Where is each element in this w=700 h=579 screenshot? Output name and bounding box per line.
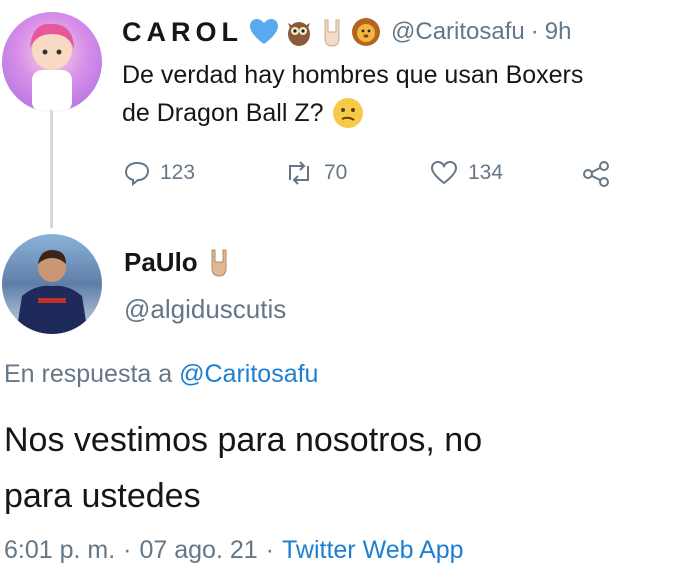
heart-icon	[430, 160, 458, 185]
rock-hand-icon	[211, 249, 227, 277]
share-icon	[583, 161, 609, 187]
reply-meta: 6:01 p. m. · 07 ago. 21 · Twitter Web Ap…	[4, 536, 464, 565]
reply-prefix: En respuesta a	[4, 360, 173, 388]
owl-icon	[288, 22, 310, 46]
rock-hand-icon	[324, 19, 340, 47]
reply-icon	[124, 161, 150, 186]
tweet-text-line-2-wrap: de Dragon Ball Z?	[122, 94, 697, 132]
separator-dot: ·	[123, 536, 132, 564]
reply-time[interactable]: 6:01 p. m.	[4, 536, 115, 565]
thread-line	[50, 110, 53, 228]
retweet-action[interactable]: 70	[284, 160, 347, 186]
carol-avatar[interactable]	[2, 12, 102, 112]
reply-text-line-2: para ustedes	[4, 477, 201, 515]
blue-heart-icon	[250, 19, 278, 44]
confused-face-icon	[332, 98, 363, 128]
tweet-text-line-1: De verdad hay hombres que usan Boxers	[122, 61, 584, 89]
reply-handle[interactable]: @algiduscutis	[124, 294, 286, 325]
reply-context: En respuesta a @Caritosafu	[4, 360, 318, 389]
separator-dot: ·	[530, 18, 539, 45]
retweet-count: 70	[324, 161, 348, 184]
like-action[interactable]: 134	[430, 160, 503, 186]
handle[interactable]: @Caritosafu	[391, 18, 525, 46]
tweet-text-line-2: de Dragon Ball Z?	[122, 99, 324, 127]
retweet-icon	[289, 161, 309, 185]
separator-dot: ·	[265, 536, 274, 564]
display-name[interactable]: CAROL	[122, 17, 243, 48]
reply-text: Nos vestimos para nosotros, no para uste…	[4, 412, 694, 524]
like-count: 134	[468, 161, 504, 184]
share-action[interactable]	[582, 160, 612, 193]
avatar-photo	[16, 250, 88, 334]
paulo-avatar[interactable]	[2, 234, 102, 334]
tweet-header: CAROL @Caritosafu · 9h	[122, 12, 692, 52]
reply-display-name[interactable]: PaUlo	[124, 247, 198, 278]
avatar-illustration	[30, 23, 74, 112]
reply-text-line-1: Nos vestimos para nosotros, no	[4, 421, 483, 459]
lion-icon	[352, 18, 380, 46]
reply-date[interactable]: 07 ago. 21	[140, 536, 258, 565]
reply-source[interactable]: Twitter Web App	[282, 536, 464, 565]
timestamp[interactable]: 9h	[545, 18, 572, 46]
reply-target-link[interactable]: @Caritosafu	[179, 360, 318, 388]
reply-name-row: PaUlo	[124, 246, 232, 278]
reply-count: 123	[160, 161, 196, 184]
tweet-text: De verdad hay hombres que usan Boxers de…	[122, 56, 697, 132]
reply-action[interactable]: 123	[124, 160, 195, 186]
